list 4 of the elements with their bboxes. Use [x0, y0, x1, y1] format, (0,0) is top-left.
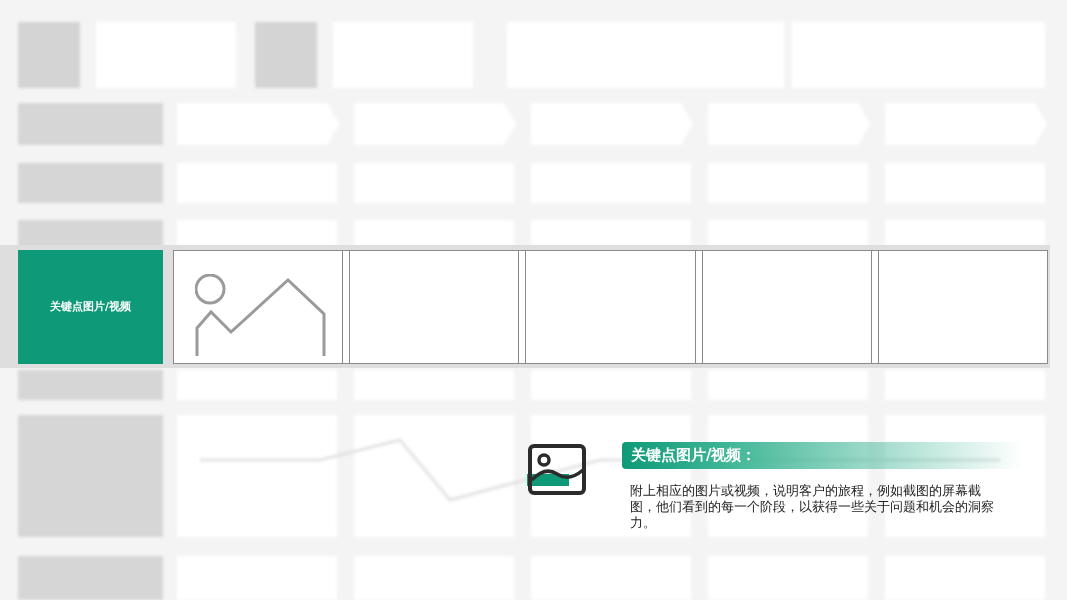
image-placeholder-icon	[195, 273, 327, 356]
row-label: 关键点图片/视频	[18, 249, 163, 364]
callout-text: 附上相应的图片或视频，说明客户的旅程，例如截图的屏幕截图，他们看到的每一个阶段，以获得一些关于问题和机会的洞察力。	[629, 483, 995, 531]
image-icon	[527, 444, 587, 496]
